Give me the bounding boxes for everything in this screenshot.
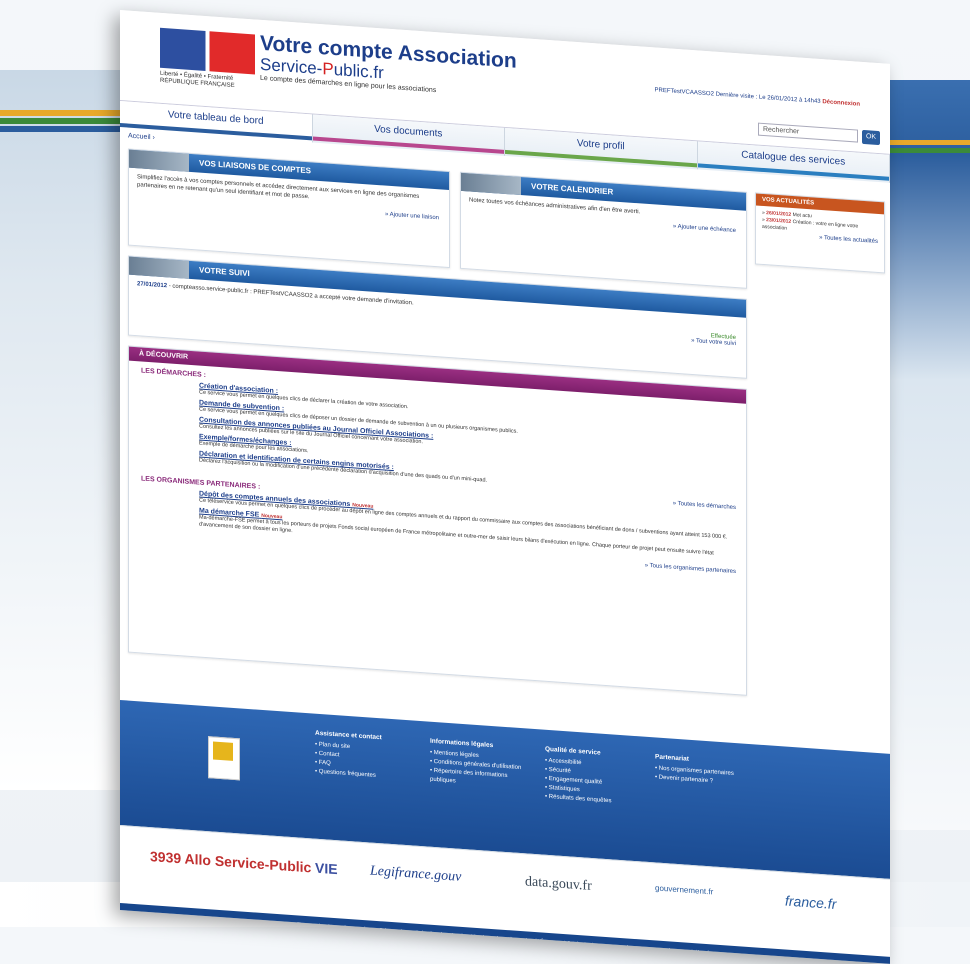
calendrier-panel: VOTRE CALENDRIER Notez toutes vos échéan… bbox=[460, 171, 747, 289]
footer-link-label: FAQ bbox=[318, 759, 331, 767]
partner-gouvernement-logo[interactable]: gouvernement.fr bbox=[655, 883, 713, 896]
site-sub-red: P bbox=[322, 59, 334, 79]
liaisons-title: VOS LIAISONS DE COMPTES bbox=[199, 158, 312, 176]
right-stripe-yellow bbox=[885, 140, 970, 145]
actualites-panel: VOS ACTUALITÉS » 26/01/2012 Mot actu » 2… bbox=[755, 192, 885, 274]
footer-link-label: Contact bbox=[318, 750, 340, 759]
partner-vie-logo[interactable]: VIE bbox=[315, 860, 338, 878]
logo-tagline: Liberté • Égalité • Fraternité RÉPUBLIQU… bbox=[160, 70, 235, 90]
partner-legifrance-logo[interactable]: Legifrance.gouv bbox=[370, 863, 461, 885]
left-decoration bbox=[0, 70, 120, 790]
user-info-text: PREFTestVCAASSO2 Dernière visite : Le 26… bbox=[654, 87, 821, 105]
calendrier-title: VOTRE CALENDRIER bbox=[531, 181, 614, 197]
footer-badge-icon bbox=[208, 736, 240, 781]
footer-link-label: Accessibilité bbox=[548, 757, 582, 767]
footer-link-label: Devenir partenaire ? bbox=[658, 774, 714, 785]
footer-col-qualite: Qualité de service • Accessibilité • Séc… bbox=[545, 745, 645, 809]
footer-link-label: Répertoire des informations publiques bbox=[430, 767, 508, 785]
left-stripe-blue bbox=[0, 126, 120, 132]
logout-link[interactable]: Déconnexion bbox=[822, 99, 860, 108]
user-info: PREFTestVCAASSO2 Dernière visite : Le 26… bbox=[655, 87, 860, 107]
footer-col-assistance: Assistance et contact • Plan du site • C… bbox=[315, 729, 415, 784]
partner-3939-logo[interactable]: 3939 Allo Service-Public bbox=[150, 848, 311, 875]
right-stripe-green bbox=[885, 148, 970, 153]
marianne-logo bbox=[160, 27, 255, 75]
website-screenshot: Liberté • Égalité • Fraternité RÉPUBLIQU… bbox=[120, 10, 890, 964]
liaisons-panel: VOS LIAISONS DE COMPTES Simplifiez l'acc… bbox=[128, 148, 450, 269]
site-sub-suffix: ublic.fr bbox=[333, 59, 384, 83]
left-stripe-green bbox=[0, 118, 120, 124]
footer-col-partenariat: Partenariat • Nos organismes partenaires… bbox=[655, 752, 755, 789]
footer-link-label: Sécurité bbox=[548, 766, 571, 775]
partner-francefr-logo[interactable]: france.fr bbox=[785, 893, 836, 913]
footer-link-label: Plan du site bbox=[318, 741, 351, 751]
search-button[interactable]: OK bbox=[862, 129, 880, 146]
left-stripe-yellow bbox=[0, 110, 120, 116]
footer-link-label: Statistiques bbox=[548, 784, 580, 794]
footer-col-legal: Informations légales • Mentions légales … bbox=[430, 737, 530, 792]
suivi-date: 27/01/2012 bbox=[137, 281, 168, 290]
partner-datagouv-logo[interactable]: data.gouv.fr bbox=[525, 874, 592, 895]
decouvrir-panel: À DÉCOUVRIR LES DÉMARCHES : Création d'a… bbox=[128, 345, 747, 696]
search-input[interactable]: Rechercher bbox=[758, 122, 858, 143]
badge-yellow-square bbox=[213, 741, 233, 761]
footer-link-label: Questions fréquentes bbox=[318, 768, 376, 779]
right-decoration bbox=[885, 80, 970, 830]
actualites-body: » 26/01/2012 Mot actu » 23/01/2012 Créat… bbox=[756, 205, 884, 250]
suivi-title: VOTRE SUIVI bbox=[199, 265, 250, 279]
